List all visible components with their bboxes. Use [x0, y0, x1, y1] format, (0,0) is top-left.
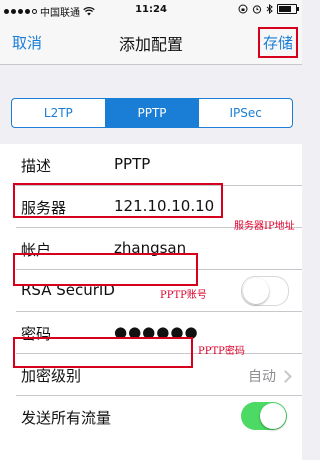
account-highlight-box — [13, 253, 198, 286]
send-all-traffic-label: 发送所有流量 — [21, 409, 112, 427]
description-row[interactable]: 描述 PPTP — [0, 144, 302, 186]
encryption-level-value: 自动 — [248, 369, 276, 385]
password-highlight-box — [13, 337, 193, 368]
chevron-right-icon — [279, 370, 292, 383]
segment-l2tp[interactable]: L2TP — [12, 99, 105, 127]
save-button[interactable]: 存储 — [257, 27, 298, 58]
send-all-traffic-toggle[interactable] — [241, 402, 287, 430]
segment-ipsec[interactable]: IPSec — [198, 99, 292, 127]
description-field[interactable]: PPTP — [114, 155, 150, 173]
description-label: 描述 — [21, 157, 52, 175]
status-right — [238, 4, 299, 14]
segment-pptp[interactable]: PPTP — [104, 99, 199, 127]
rsa-securid-toggle[interactable] — [241, 276, 289, 306]
alarm-icon — [252, 5, 262, 14]
encryption-level-label: 加密级别 — [21, 367, 82, 385]
password-annotation: PPTP密码 — [198, 346, 245, 357]
server-annotation: 服务器IP地址 — [234, 221, 295, 232]
vpn-type-segmented-control: L2TP PPTP IPSec — [11, 98, 293, 128]
send-all-traffic-row: 发送所有流量 — [0, 396, 302, 438]
account-annotation: PPTP账号 — [160, 290, 207, 301]
orientation-lock-icon — [238, 4, 248, 14]
server-highlight-box — [13, 183, 223, 218]
page-title: 添加配置 — [118, 35, 183, 54]
status-bar: 中国联通 11:24 — [0, 0, 302, 20]
nav-bar: 取消 添加配置 存储 — [0, 20, 302, 65]
battery-icon — [277, 4, 299, 14]
bluetooth-icon — [266, 4, 273, 14]
